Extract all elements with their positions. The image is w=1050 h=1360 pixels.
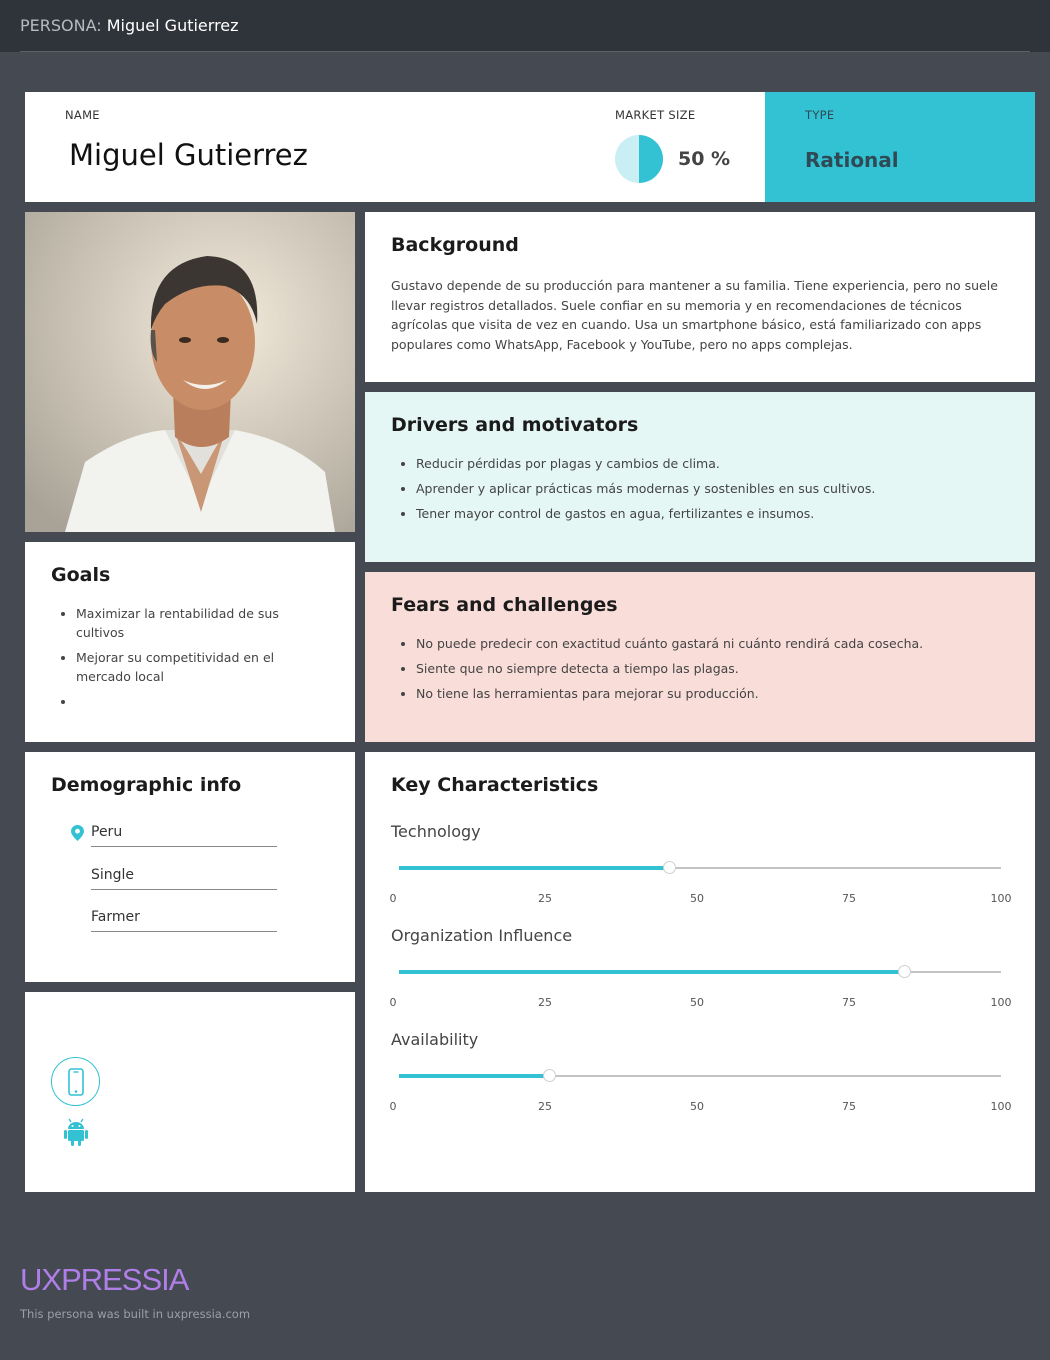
slider-tick-label: 100 <box>990 892 1012 905</box>
fears-title: Fears and challenges <box>391 594 618 616</box>
slider-fill <box>399 970 905 974</box>
drivers-title: Drivers and motivators <box>391 414 639 436</box>
slider-tick-label: 0 <box>389 1100 397 1113</box>
slider-tick-label: 25 <box>538 996 552 1009</box>
smartphone-icon <box>67 1067 84 1096</box>
slider-track[interactable] <box>399 861 1001 874</box>
slider-label: Organization Influence <box>391 926 573 945</box>
occupation-field[interactable]: Farmer <box>91 909 277 932</box>
background-text[interactable]: Gustavo depende de su producción para ma… <box>391 276 1009 354</box>
slider-track[interactable] <box>399 965 1001 978</box>
slider-thumb[interactable] <box>898 965 912 978</box>
header-card: NAME Miguel Gutierrez MARKET SIZE 50 % <box>25 92 765 202</box>
persona-title-name: Miguel Gutierrez <box>106 16 239 35</box>
slider-tick-label: 50 <box>690 996 704 1009</box>
slider-tick-label: 75 <box>842 996 856 1009</box>
slider-technology: Technology 0 25 50 75 100 <box>390 822 1012 905</box>
top-divider <box>20 51 1030 52</box>
fears-list: No puede predecir con exactitud cuánto g… <box>391 634 1009 703</box>
slider-tick-label: 75 <box>842 892 856 905</box>
slider-label: Availability <box>391 1030 479 1049</box>
slider-tick-label: 0 <box>389 996 397 1009</box>
goal-item[interactable]: Mejorar su competitividad en el mercado … <box>76 648 329 686</box>
slider-tick-label: 25 <box>538 1100 552 1113</box>
uxpressia-logo[interactable]: UXPRESSIA <box>20 1262 189 1298</box>
slider-fill <box>399 1074 550 1078</box>
market-size-label: MARKET SIZE <box>615 108 696 122</box>
goals-list: Maximizar la rentabilidad de sus cultivo… <box>51 604 329 711</box>
background-card: Background Gustavo depende de su producc… <box>365 212 1035 382</box>
top-bar: PERSONA: Miguel Gutierrez <box>0 0 1050 52</box>
goal-item[interactable] <box>76 692 329 711</box>
fear-item[interactable]: No tiene las herramientas para mejorar s… <box>416 684 1009 703</box>
slider-tick-label: 0 <box>389 892 397 905</box>
market-size-pie <box>615 135 663 183</box>
persona-photo[interactable] <box>25 212 355 532</box>
type-card: TYPE Rational <box>765 92 1035 202</box>
slider-thumb[interactable] <box>663 861 677 874</box>
slider-tick-label: 50 <box>690 1100 704 1113</box>
slider-tick-label: 25 <box>538 892 552 905</box>
status-field[interactable]: Single <box>91 867 277 890</box>
driver-item[interactable]: Tener mayor control de gastos en agua, f… <box>416 504 1009 523</box>
slider-label: Technology <box>391 822 481 841</box>
market-size-value: 50 % <box>678 148 731 170</box>
demographic-card: Demographic info Peru Single Farmer <box>25 752 355 982</box>
devices-card <box>25 992 355 1192</box>
slider-thumb[interactable] <box>543 1069 556 1082</box>
location-pin-icon <box>71 825 84 841</box>
location-field[interactable]: Peru <box>91 824 277 847</box>
background-title: Background <box>391 234 519 256</box>
type-value[interactable]: Rational <box>805 148 899 172</box>
demographic-title: Demographic info <box>51 774 242 796</box>
portrait-image <box>25 212 355 532</box>
footer-note: This persona was built in uxpressia.com <box>20 1307 251 1321</box>
pie-slice <box>639 135 663 183</box>
slider-availability: Availability 0 25 50 75 100 <box>390 1030 1012 1113</box>
goals-card: Goals Maximizar la rentabilidad de sus c… <box>25 542 355 742</box>
slider-tick-label: 100 <box>990 1100 1012 1113</box>
driver-item[interactable]: Reducir pérdidas por plagas y cambios de… <box>416 454 1009 473</box>
android-icon[interactable] <box>63 1118 89 1146</box>
slider-fill <box>399 866 670 870</box>
key-characteristics-title: Key Characteristics <box>391 774 599 796</box>
drivers-list: Reducir pérdidas por plagas y cambios de… <box>391 454 1009 523</box>
slider-tick-label: 50 <box>690 892 704 905</box>
persona-title: PERSONA: Miguel Gutierrez <box>20 16 239 35</box>
name-label: NAME <box>65 108 100 122</box>
smartphone-device[interactable] <box>51 1057 100 1106</box>
driver-item[interactable]: Aprender y aplicar prácticas más moderna… <box>416 479 1009 498</box>
slider-organization-influence: Organization Influence 0 25 50 75 100 <box>390 926 1012 1009</box>
fear-item[interactable]: Siente que no siempre detecta a tiempo l… <box>416 659 1009 678</box>
persona-title-prefix: PERSONA: <box>20 16 102 35</box>
slider-track[interactable] <box>399 1069 1001 1082</box>
goals-title: Goals <box>51 564 111 586</box>
slider-tick-label: 75 <box>842 1100 856 1113</box>
key-characteristics-card: Key Characteristics Technology 0 25 50 75 100… <box>365 752 1035 1192</box>
drivers-card: Drivers and motivators Reducir pérdidas … <box>365 392 1035 562</box>
goal-item[interactable]: Maximizar la rentabilidad de sus cultivo… <box>76 604 329 642</box>
persona-name[interactable]: Miguel Gutierrez <box>69 138 308 172</box>
slider-tick-label: 100 <box>990 996 1012 1009</box>
fears-card: Fears and challenges No puede predecir c… <box>365 572 1035 742</box>
fear-item[interactable]: No puede predecir con exactitud cuánto g… <box>416 634 1009 653</box>
type-label: TYPE <box>805 108 835 122</box>
